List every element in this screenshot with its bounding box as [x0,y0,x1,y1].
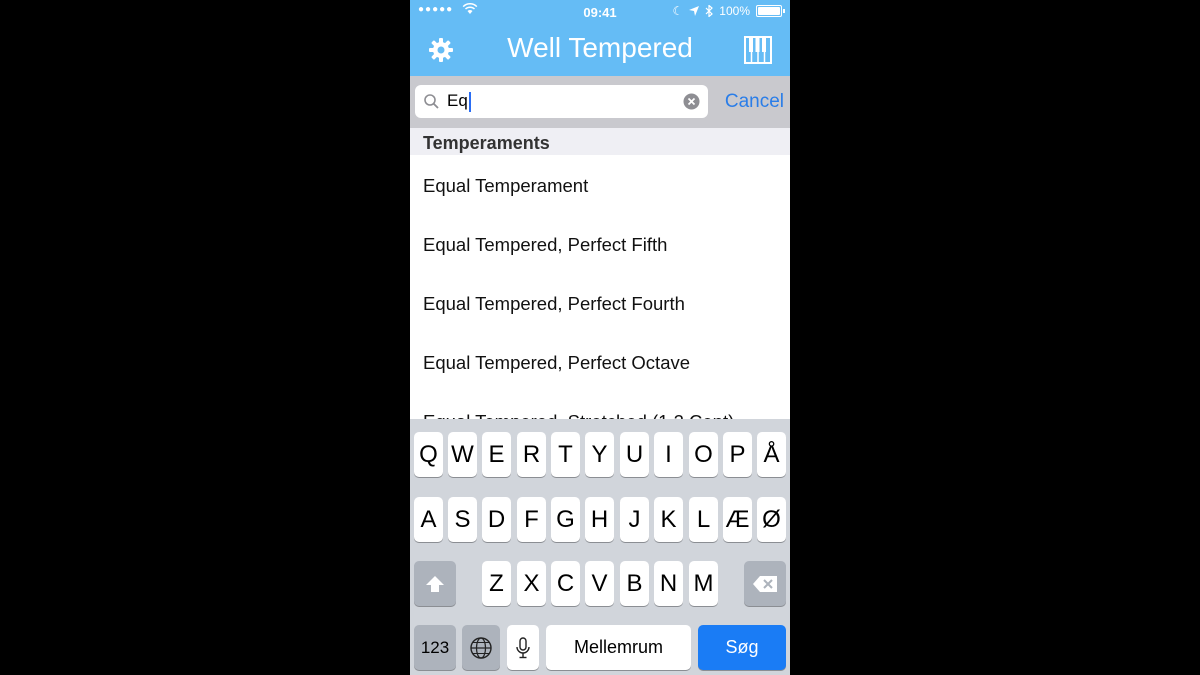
key-v[interactable]: V [585,561,614,606]
list-item[interactable]: Equal Temperament [410,155,790,214]
list-item[interactable]: Equal Tempered, Perfect Fifth [410,214,790,273]
key-a[interactable]: A [414,497,443,542]
location-arrow-icon [689,6,700,16]
key-j[interactable]: J [620,497,649,542]
key-m[interactable]: M [689,561,718,606]
bluetooth-icon [705,5,714,17]
key-t[interactable]: T [551,432,580,477]
globe-key[interactable] [462,625,500,670]
key-s[interactable]: S [448,497,477,542]
search-bar: Cancel [410,76,790,128]
key-o[interactable]: O [689,432,718,477]
key-d[interactable]: D [482,497,511,542]
battery-percentage: 100% [719,4,750,18]
key-p[interactable]: P [723,432,752,477]
microphone-icon [516,636,530,658]
list-item-label: Equal Tempered, Perfect Fifth [423,234,668,255]
list-item[interactable]: Equal Tempered, Stretched (1.2 Cent) [410,391,790,419]
keyboard: Q W E R T Y U I O P Å A S D F G H J K L … [410,419,790,675]
status-indicators: ☾ 100% [672,4,785,18]
cancel-button[interactable]: Cancel [725,91,784,113]
key-o-slash[interactable]: Ø [757,497,786,542]
key-b[interactable]: B [620,561,649,606]
clear-text-icon[interactable] [683,93,700,110]
search-icon [424,94,439,109]
battery-icon [756,5,785,17]
key-a-ring[interactable]: Å [757,432,786,477]
key-ae[interactable]: Æ [723,497,752,542]
battery-level [758,7,780,15]
piano-keys-icon[interactable] [744,36,772,64]
key-l[interactable]: L [689,497,718,542]
key-q[interactable]: Q [414,432,443,477]
text-caret [469,92,471,112]
key-g[interactable]: G [551,497,580,542]
key-c[interactable]: C [551,561,580,606]
key-w[interactable]: W [448,432,477,477]
key-r[interactable]: R [517,432,546,477]
delete-key[interactable] [744,561,786,606]
list-item-label: Equal Tempered, Perfect Octave [423,352,691,373]
phone-screen: ●●●●● 09:41 ☾ 100% Well Tempered Eq Canc… [410,0,790,675]
backspace-icon [753,575,777,592]
page-title: Well Tempered [507,32,693,63]
key-k[interactable]: K [654,497,683,542]
section-title: Temperaments [423,133,550,153]
list-item-label: Equal Temperament [423,175,589,196]
globe-icon [470,636,492,659]
search-input[interactable] [447,90,667,112]
numbers-key[interactable]: 123 [414,625,456,670]
section-header: Temperaments [410,128,790,155]
key-u[interactable]: U [620,432,649,477]
list-item[interactable]: Equal Tempered, Perfect Fourth [410,273,790,332]
navigation-bar: Well Tempered [410,24,790,76]
moon-icon: ☾ [672,4,684,18]
key-f[interactable]: F [517,497,546,542]
status-bar: ●●●●● 09:41 ☾ 100% [410,0,790,24]
key-h[interactable]: H [585,497,614,542]
shift-key[interactable] [414,561,456,606]
dictation-key[interactable] [507,625,539,670]
search-field[interactable] [415,85,708,118]
key-x[interactable]: X [517,561,546,606]
list-item-label: Equal Tempered, Stretched (1.2 Cent) [423,411,734,419]
list-item-label: Equal Tempered, Perfect Fourth [423,293,685,314]
search-key[interactable]: Søg [698,625,786,670]
key-z[interactable]: Z [482,561,511,606]
key-n[interactable]: N [654,561,683,606]
list-item[interactable]: Equal Tempered, Perfect Octave [410,332,790,391]
key-e[interactable]: E [482,432,511,477]
shift-arrow-icon [426,575,444,592]
space-key[interactable]: Mellemrum [546,625,691,670]
key-i[interactable]: I [654,432,683,477]
results-list: Equal Temperament Equal Tempered, Perfec… [410,155,790,419]
key-y[interactable]: Y [585,432,614,477]
